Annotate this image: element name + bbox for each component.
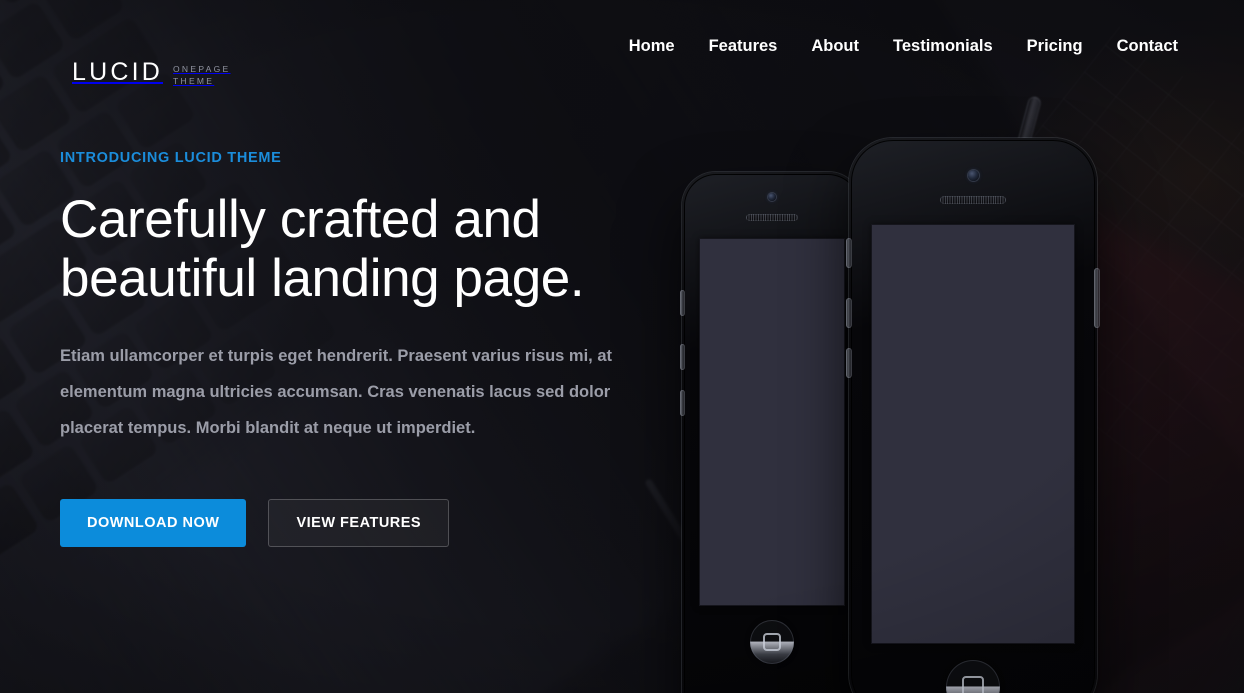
nav-item-contact[interactable]: Contact — [1100, 32, 1178, 60]
brand-logo[interactable]: LUCID ONEPAGE THEME — [72, 60, 231, 88]
brand-name: LUCID — [72, 58, 164, 86]
nav-item-about[interactable]: About — [794, 32, 876, 60]
site-header: LUCID ONEPAGE THEME Home Features About … — [0, 0, 1244, 96]
view-features-button[interactable]: VIEW FEATURES — [268, 498, 450, 547]
download-now-button[interactable]: DOWNLOAD NOW — [60, 498, 247, 547]
brand-tagline: ONEPAGE THEME — [173, 60, 231, 88]
hero-content: INTRODUCING LUCID THEME Carefully crafte… — [60, 150, 680, 547]
main-navigation: Home Features About Testimonials Pricing… — [612, 32, 1178, 60]
hero-description: Etiam ullamcorper et turpis eget hendrer… — [60, 346, 613, 437]
nav-item-testimonials[interactable]: Testimonials — [876, 32, 1010, 60]
hero-actions: DOWNLOAD NOW VIEW FEATURES — [60, 498, 680, 547]
nav-item-pricing[interactable]: Pricing — [1010, 32, 1100, 60]
hero-eyebrow: INTRODUCING LUCID THEME — [60, 150, 282, 166]
nav-item-home[interactable]: Home — [612, 32, 692, 60]
hero-title: Carefully crafted and beautiful landing … — [60, 190, 585, 309]
nav-item-features[interactable]: Features — [692, 32, 795, 60]
brand-tagline-line2: THEME — [173, 76, 215, 87]
hero-section: LUCID ONEPAGE THEME Home Features About … — [0, 0, 1244, 693]
brand-tagline-line1: ONEPAGE — [173, 64, 231, 74]
